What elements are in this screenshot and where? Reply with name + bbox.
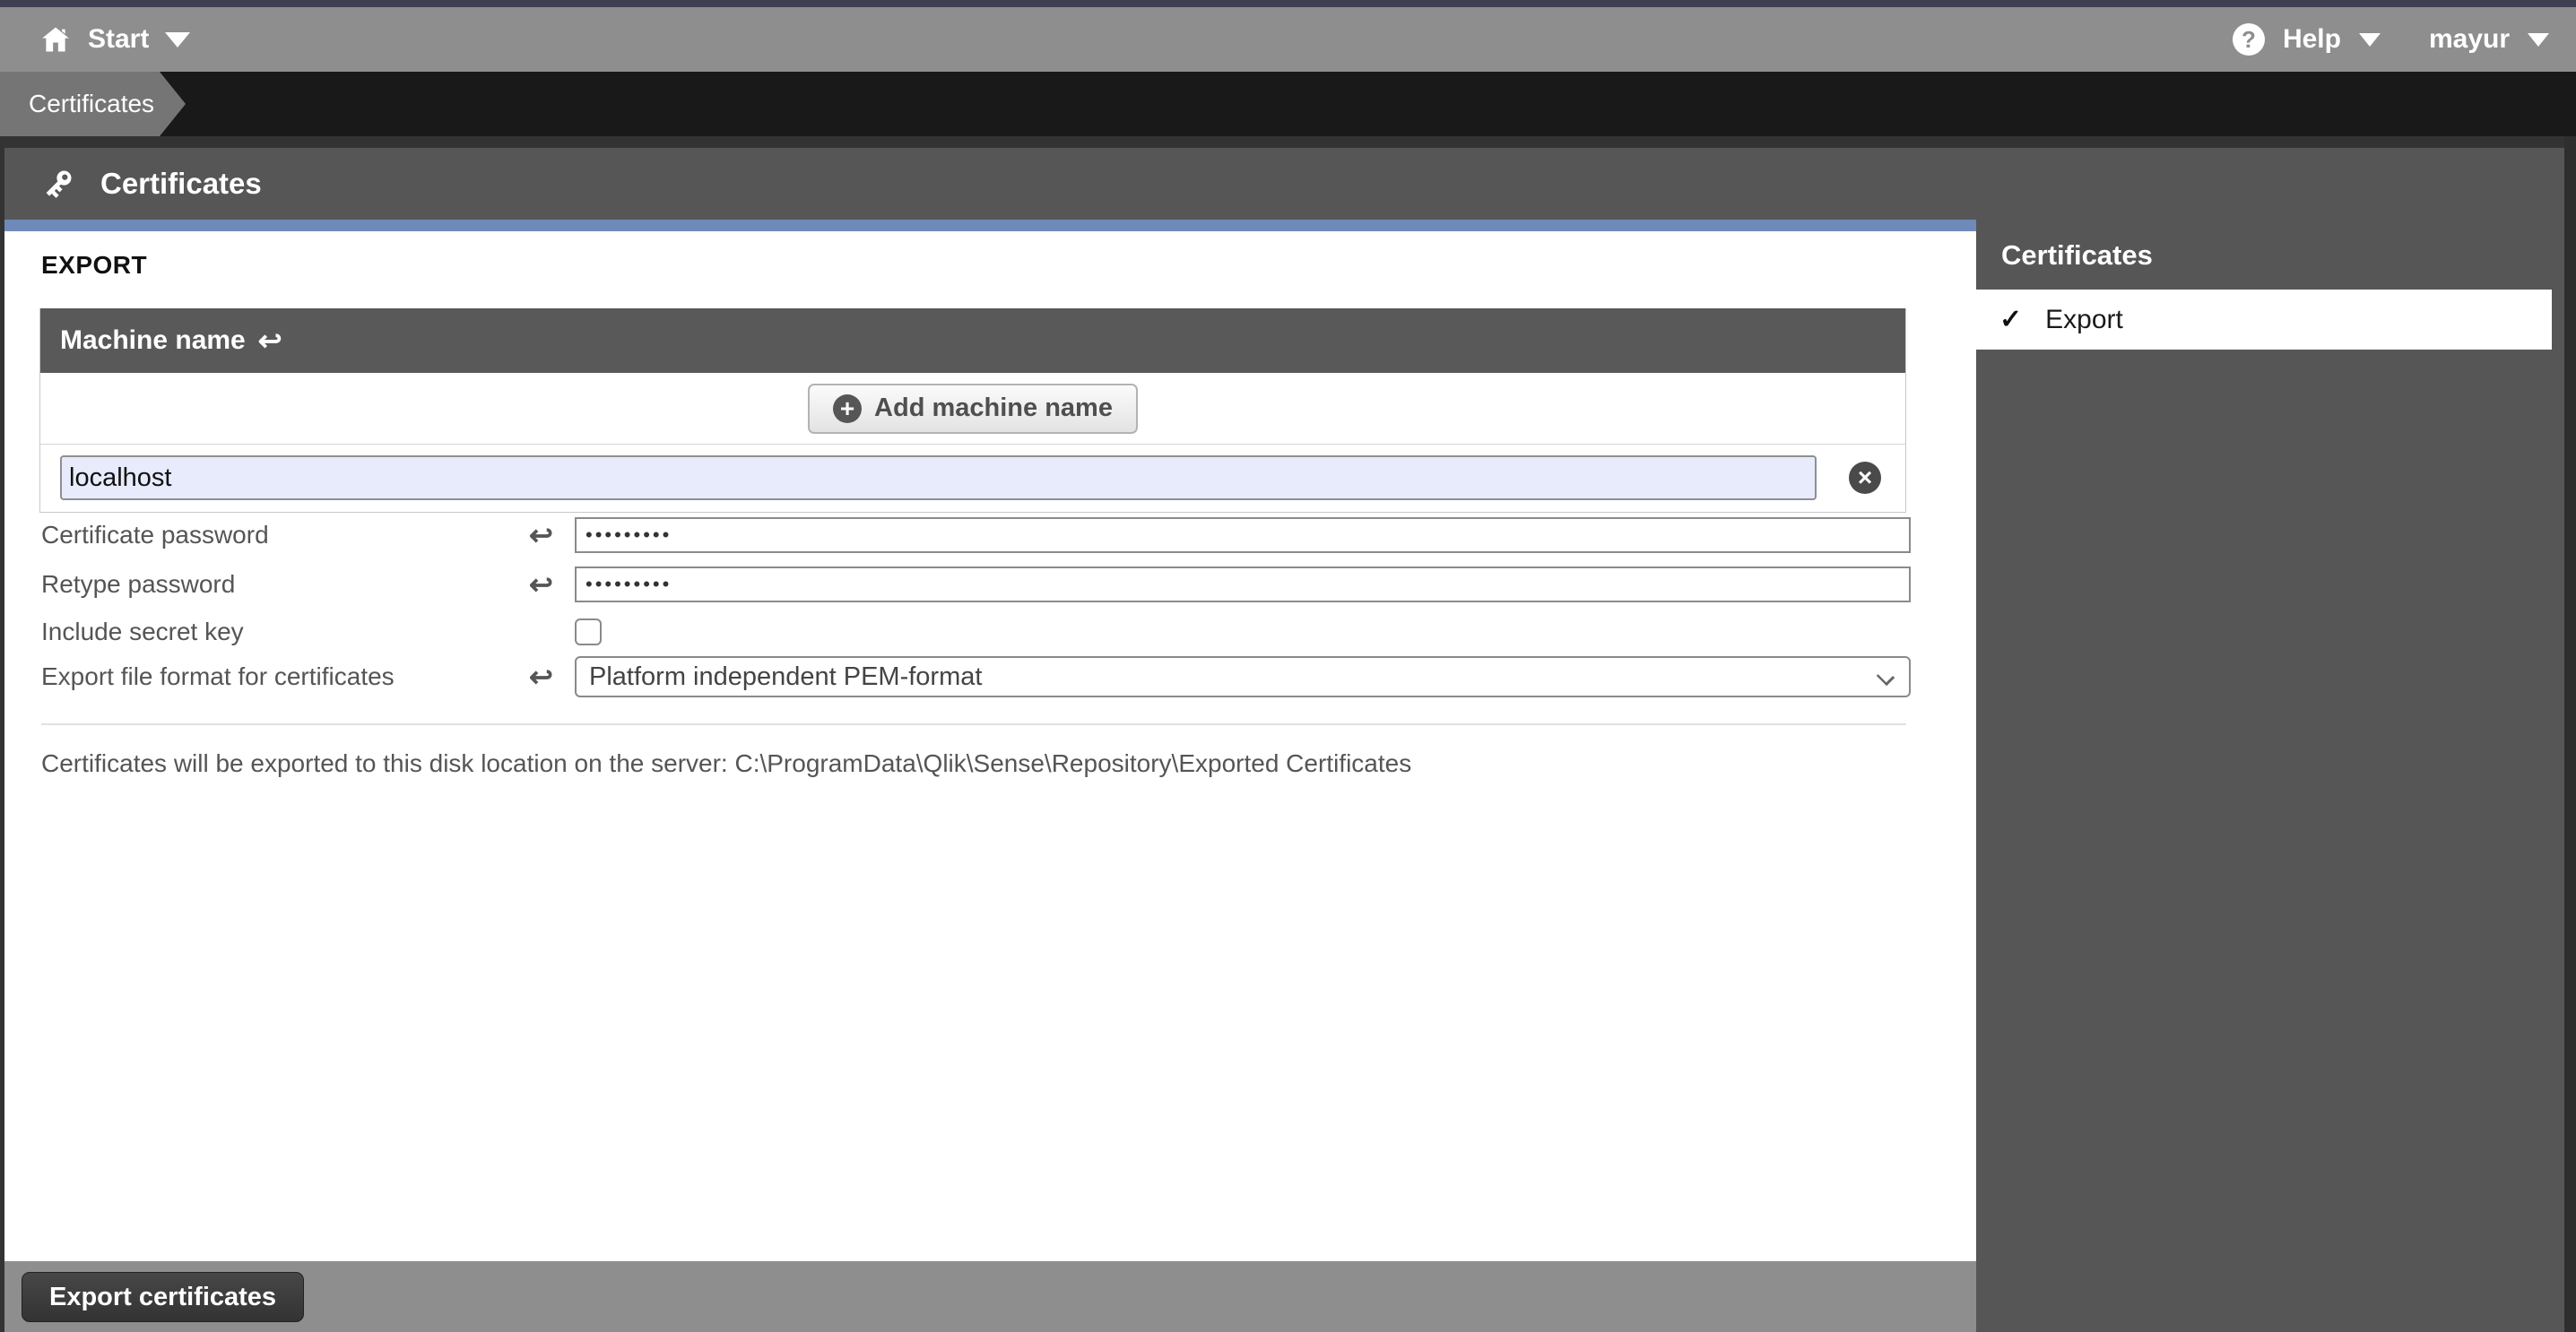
- main-content: EXPORT Machine name ↩ + Add machine name…: [4, 231, 1976, 1261]
- start-menu[interactable]: Start: [0, 24, 190, 55]
- sidebar-item-export-label: Export: [2045, 305, 2123, 335]
- help-caret-icon[interactable]: [2359, 33, 2381, 47]
- certificate-password-label: Certificate password: [41, 521, 529, 549]
- reset-default-icon[interactable]: ↩: [529, 568, 553, 601]
- reset-default-icon[interactable]: ↩: [529, 519, 553, 551]
- retype-password-input[interactable]: [575, 567, 1911, 602]
- export-file-format-value: Platform independent PEM-format: [589, 662, 982, 692]
- export-file-format-label: Export file format for certificates: [41, 662, 529, 691]
- delete-machine-icon[interactable]: ×: [1849, 462, 1881, 494]
- breadcrumb-tab-label: Certificates: [29, 90, 154, 118]
- bottom-action-bar: Export certificates: [4, 1261, 1976, 1332]
- page-title: Certificates: [100, 167, 262, 201]
- add-machine-name-button[interactable]: + Add machine name: [808, 384, 1138, 434]
- sidebar-item-export[interactable]: ✓ Export: [1976, 290, 2552, 350]
- plus-icon: +: [833, 394, 862, 423]
- reset-default-icon[interactable]: ↩: [258, 326, 282, 355]
- page-header: Certificates: [0, 148, 2576, 220]
- section-divider: [41, 723, 1906, 725]
- check-icon: ✓: [1999, 304, 2022, 335]
- topbar-right-group: ? Help mayur: [2233, 23, 2576, 56]
- include-secret-key-checkbox[interactable]: [575, 618, 602, 645]
- machine-name-header-label: Machine name: [60, 325, 246, 356]
- header-accent-bar: [0, 220, 1976, 231]
- machine-name-input[interactable]: [60, 455, 1817, 500]
- window-top-strip: [0, 0, 2576, 7]
- user-menu-label[interactable]: mayur: [2429, 24, 2510, 55]
- retype-password-label: Retype password: [41, 570, 529, 599]
- window-left-edge: [0, 136, 4, 1332]
- breadcrumb-tab-certificates[interactable]: Certificates: [0, 72, 186, 136]
- start-label: Start: [88, 24, 149, 55]
- export-certificates-button[interactable]: Export certificates: [22, 1272, 304, 1322]
- top-navigation-bar: Start ? Help mayur: [0, 7, 2576, 72]
- help-label[interactable]: Help: [2283, 24, 2341, 55]
- export-file-format-row: Export file format for certificates ↩ Pl…: [41, 655, 1911, 698]
- machine-name-table: Machine name ↩ + Add machine name ×: [39, 308, 1906, 513]
- sidebar-title: Certificates: [2001, 239, 2153, 272]
- machine-name-input-row: ×: [40, 445, 1905, 511]
- breadcrumb-divider-strip: [0, 136, 2576, 148]
- right-sidebar: Certificates ✓ Export: [1976, 220, 2564, 1332]
- help-icon: ?: [2233, 23, 2265, 56]
- machine-name-table-header: Machine name ↩: [40, 308, 1905, 373]
- include-secret-key-label: Include secret key: [41, 618, 529, 646]
- add-machine-row: + Add machine name: [40, 373, 1905, 445]
- chevron-down-icon: [1877, 668, 1895, 686]
- home-icon: [39, 24, 72, 55]
- export-section-title: EXPORT: [41, 251, 147, 280]
- user-caret-icon[interactable]: [2528, 33, 2549, 47]
- export-file-format-select[interactable]: Platform independent PEM-format: [575, 656, 1911, 697]
- include-secret-key-row: Include secret key: [41, 615, 1911, 649]
- qmc-certificates-page: Start ? Help mayur Certificates C: [0, 0, 2576, 1332]
- add-machine-name-label: Add machine name: [874, 394, 1113, 423]
- key-icon: [39, 165, 77, 203]
- export-location-note: Certificates will be exported to this di…: [41, 749, 1411, 778]
- retype-password-row: Retype password ↩: [41, 565, 1911, 604]
- window-right-edge[interactable]: [2564, 136, 2576, 1332]
- certificate-password-row: Certificate password ↩: [41, 515, 1911, 555]
- certificate-password-input[interactable]: [575, 517, 1911, 553]
- reset-default-icon[interactable]: ↩: [529, 661, 553, 693]
- start-caret-icon[interactable]: [165, 32, 190, 48]
- breadcrumb-bar: Certificates: [0, 72, 2576, 136]
